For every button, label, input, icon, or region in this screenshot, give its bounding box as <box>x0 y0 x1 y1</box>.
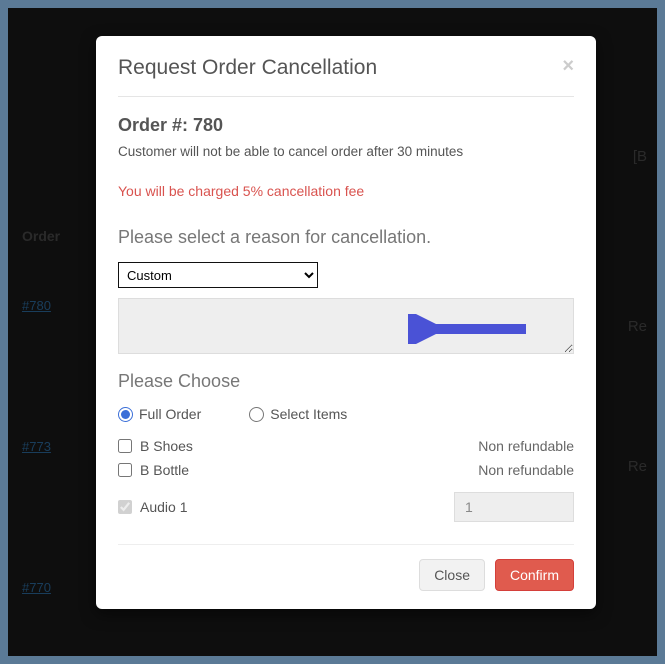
reason-select-row: Custom <box>118 262 574 288</box>
close-icon[interactable]: × <box>562 56 574 76</box>
item-name-b-bottle: B Bottle <box>140 462 189 478</box>
order-number-heading: Order #: 780 <box>118 115 574 136</box>
radio-full-order-label: Full Order <box>139 406 201 422</box>
item-checkbox-b-shoes[interactable] <box>118 439 132 453</box>
radio-select-items-label: Select Items <box>270 406 347 422</box>
radio-select-items-input[interactable] <box>249 407 264 422</box>
item-status-b-shoes: Non refundable <box>478 438 574 454</box>
item-status-b-bottle: Non refundable <box>478 462 574 478</box>
reason-label: Please select a reason for cancellation. <box>118 227 574 248</box>
radio-full-order-input[interactable] <box>118 407 133 422</box>
scope-radio-group: Full Order Select Items <box>118 406 574 422</box>
modal-title: Request Order Cancellation <box>118 56 377 80</box>
item-row-audio-1: Audio 1 1 <box>118 488 574 526</box>
confirm-button[interactable]: Confirm <box>495 559 574 591</box>
radio-full-order[interactable]: Full Order <box>118 406 201 422</box>
modal-divider <box>118 544 574 545</box>
reason-select[interactable]: Custom <box>118 262 318 288</box>
item-qty-audio-1: 1 <box>454 492 574 522</box>
item-name-b-shoes: B Shoes <box>140 438 193 454</box>
item-name-audio-1: Audio 1 <box>140 499 187 515</box>
radio-select-items[interactable]: Select Items <box>249 406 347 422</box>
item-checkbox-b-bottle[interactable] <box>118 463 132 477</box>
item-row-b-bottle: B Bottle Non refundable <box>118 458 574 482</box>
item-row-b-shoes: B Shoes Non refundable <box>118 434 574 458</box>
choose-label: Please Choose <box>118 371 574 392</box>
cancellation-fee-warning: You will be charged 5% cancellation fee <box>118 183 574 199</box>
page-background: [B Order #780 #773 #770 #768 Re Re Reque… <box>8 8 657 656</box>
order-subtext: Customer will not be able to cancel orde… <box>118 144 574 159</box>
modal-footer: Close Confirm <box>118 559 574 591</box>
close-button[interactable]: Close <box>419 559 485 591</box>
cancel-order-modal: Request Order Cancellation × Order #: 78… <box>96 36 596 609</box>
item-checkbox-audio-1 <box>118 500 132 514</box>
modal-header: Request Order Cancellation × <box>118 56 574 97</box>
custom-reason-textarea[interactable] <box>118 298 574 354</box>
